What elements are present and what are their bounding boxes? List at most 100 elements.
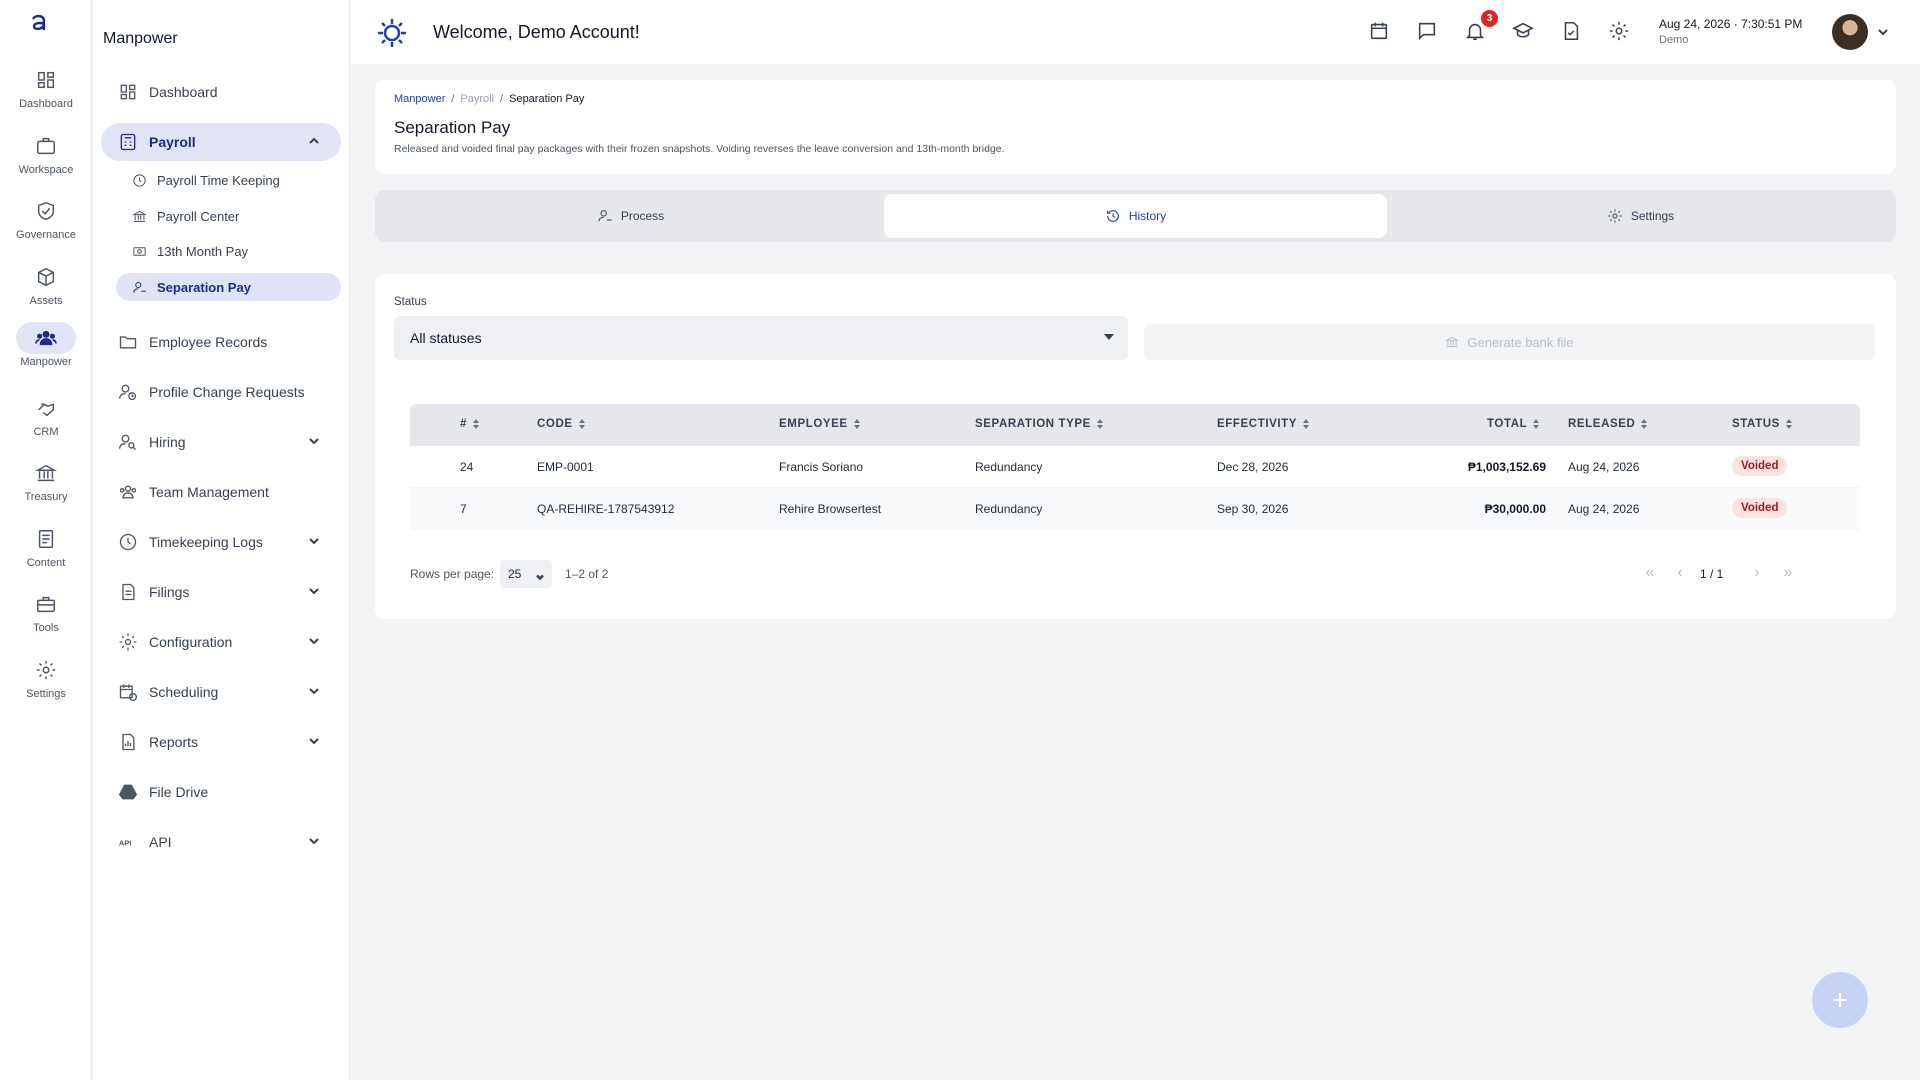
avatar[interactable] — [1832, 14, 1868, 50]
chevron-up-icon — [309, 137, 319, 144]
chevron-down-icon — [1878, 29, 1888, 36]
cell-released: Aug 24, 2026 — [1568, 460, 1640, 474]
bank-icon — [35, 464, 57, 482]
sidebar-item-configuration[interactable]: Configuration — [101, 623, 341, 661]
sidebar-sub-payroll-center[interactable]: Payroll Center — [116, 202, 341, 230]
rail-item-governance[interactable]: Governance — [0, 195, 92, 251]
breadcrumb-manpower[interactable]: Manpower — [394, 93, 445, 105]
person-remove-icon — [133, 281, 146, 293]
app-logo[interactable] — [28, 12, 64, 48]
sidebar-item-reports[interactable]: Reports — [101, 723, 341, 761]
sort-icon — [853, 419, 860, 429]
graduation-cap-icon — [1512, 22, 1534, 38]
column-header-released[interactable]: RELEASED — [1568, 418, 1648, 430]
welcome-message: Welcome, Demo Account! — [433, 22, 640, 42]
sort-icon — [1096, 419, 1103, 429]
sidebar-item-employee-records[interactable]: Employee Records — [101, 323, 341, 361]
column-header-status[interactable]: STATUS — [1732, 418, 1792, 430]
rail-item-manpower[interactable]: Manpower — [0, 322, 92, 378]
top-header: Welcome, Demo Account! 3 Aug 24, 2026 · … — [351, 0, 1920, 64]
cell-code: EMP-0001 — [537, 460, 594, 474]
notifications-button[interactable]: 3 — [1464, 10, 1498, 44]
cell-employee: Francis Soriano — [779, 460, 864, 474]
table-header: # CODE EMPLOYEE SEPARATION TYPE EFFECTIV… — [410, 404, 1860, 446]
sort-icon — [1641, 419, 1648, 429]
sidebar-sub-payroll-time-keeping[interactable]: Payroll Time Keeping — [116, 166, 341, 194]
gear-icon — [1609, 21, 1629, 41]
sidebar-item-profile-change-requests[interactable]: Profile Change Requests — [101, 373, 341, 411]
tab-settings[interactable]: Settings — [1389, 194, 1892, 238]
chevron-down-icon — [309, 538, 319, 545]
person-clock-icon — [119, 384, 137, 401]
module-sidebar: Manpower Dashboard Payroll Payroll Time … — [93, 0, 350, 1080]
first-page-icon[interactable]: « — [1640, 563, 1660, 583]
sidebar-item-timekeeping-logs[interactable]: Timekeeping Logs — [101, 523, 341, 561]
sidebar-sub-separation-pay[interactable]: Separation Pay — [116, 273, 341, 301]
settings-button[interactable] — [1608, 20, 1632, 44]
status-filter-label: Status — [394, 296, 427, 308]
rail-item-treasury[interactable]: Treasury — [0, 457, 92, 513]
account-menu-toggle[interactable] — [1876, 25, 1890, 39]
sidebar-item-scheduling[interactable]: Scheduling — [101, 673, 341, 711]
table-row[interactable]: 7 QA-REHIRE-1787543912 Rehire Browsertes… — [410, 488, 1860, 530]
api-icon: API — [119, 838, 132, 847]
rail-item-crm[interactable]: CRM — [0, 392, 92, 448]
rail-item-workspace[interactable]: Workspace — [0, 130, 92, 186]
chevron-down-icon — [309, 738, 319, 745]
last-page-icon[interactable]: » — [1778, 563, 1798, 583]
chevron-down-icon — [536, 574, 544, 581]
add-fab-button[interactable] — [1812, 972, 1868, 1028]
cell-released: Aug 24, 2026 — [1568, 502, 1640, 516]
sidebar-item-team-management[interactable]: Team Management — [101, 473, 341, 511]
status-filter-select[interactable]: All statuses — [394, 316, 1128, 360]
cell-number: 7 — [460, 502, 467, 516]
column-header-total[interactable]: TOTAL — [1487, 418, 1540, 430]
sidebar-item-filings[interactable]: Filings — [101, 573, 341, 611]
breadcrumb-payroll[interactable]: Payroll — [460, 93, 494, 105]
status-badge: Voided — [1732, 456, 1788, 476]
gear-icon — [119, 633, 137, 651]
rail-item-assets[interactable]: Assets — [0, 261, 92, 317]
chevron-down-icon — [309, 838, 319, 845]
page-title: Separation Pay — [394, 118, 511, 137]
column-header-number[interactable]: # — [460, 418, 479, 430]
next-page-icon[interactable]: › — [1747, 563, 1767, 583]
sidebar-item-hiring[interactable]: Hiring — [101, 423, 341, 461]
approvals-button[interactable] — [1560, 20, 1584, 44]
pagination-range: 1–2 of 2 — [565, 567, 609, 581]
drive-icon — [118, 784, 138, 800]
cell-effectivity: Dec 28, 2026 — [1217, 460, 1289, 474]
handshake-icon — [38, 403, 55, 417]
sidebar-sub-13th-month-pay[interactable]: 13th Month Pay — [116, 237, 341, 265]
generate-bank-file-button[interactable]: Generate bank file — [1144, 324, 1875, 360]
sidebar-item-api[interactable]: API API — [101, 823, 341, 861]
rail-item-dashboard[interactable]: Dashboard — [0, 64, 92, 120]
clock-icon — [119, 533, 137, 551]
column-header-code[interactable]: CODE — [537, 418, 585, 430]
rail-item-content[interactable]: Content — [0, 523, 92, 579]
column-header-employee[interactable]: EMPLOYEE — [779, 418, 860, 430]
messages-button[interactable] — [1416, 20, 1440, 44]
page-indicator: 1 / 1 — [1700, 567, 1724, 581]
column-header-separation-type[interactable]: SEPARATION TYPE — [975, 418, 1103, 430]
calendar-button[interactable] — [1368, 20, 1392, 44]
rows-per-page-select[interactable]: 25 — [500, 560, 552, 588]
history-icon — [1106, 210, 1119, 222]
rail-item-settings[interactable]: Settings — [0, 654, 92, 710]
brand-icon — [375, 16, 409, 50]
table-row[interactable]: 24 EMP-0001 Francis Soriano Redundancy D… — [410, 446, 1860, 488]
column-header-effectivity[interactable]: EFFECTIVITY — [1217, 418, 1310, 430]
dropdown-caret-icon — [1104, 334, 1114, 340]
calendar-clock-icon — [119, 684, 137, 701]
tab-history[interactable]: History — [884, 194, 1387, 238]
tab-process[interactable]: Process — [379, 194, 882, 238]
folder-icon — [119, 336, 137, 349]
sidebar-item-file-drive[interactable]: File Drive — [101, 773, 341, 811]
sidebar-item-dashboard[interactable]: Dashboard — [101, 73, 341, 111]
sidebar-item-payroll[interactable]: Payroll — [101, 123, 341, 161]
learning-button[interactable] — [1512, 20, 1536, 44]
rail-item-tools[interactable]: Tools — [0, 588, 92, 644]
people-icon — [119, 485, 137, 499]
cube-icon — [37, 267, 55, 287]
prev-page-icon[interactable]: ‹ — [1670, 563, 1690, 583]
